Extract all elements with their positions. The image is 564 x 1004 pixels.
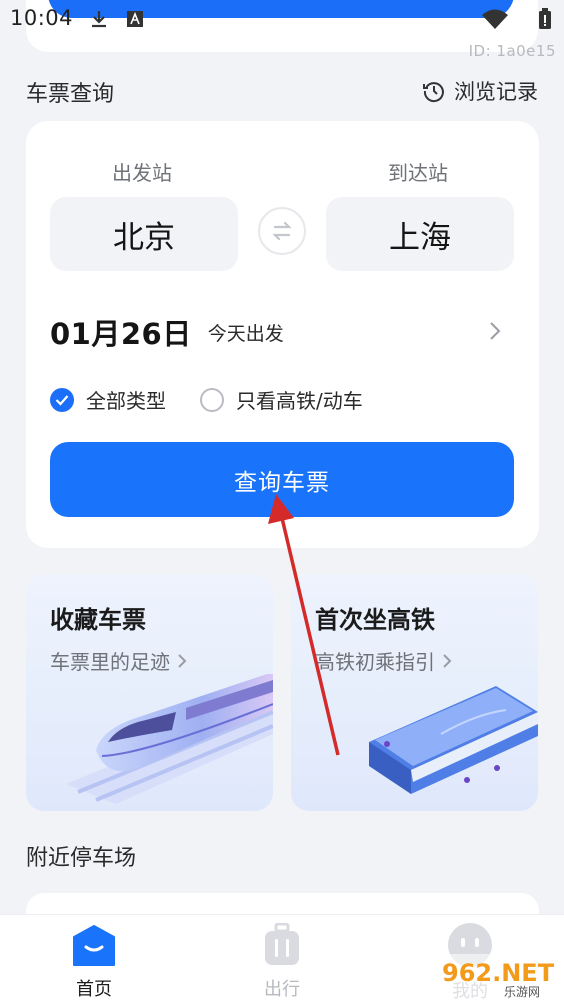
filter-all-types[interactable]: 全部类型 (50, 385, 166, 414)
date-selector[interactable]: 01月26日 今天出发 (50, 312, 506, 352)
high-speed-train-illustration (66, 674, 273, 804)
saved-tickets-subtitle-text: 车票里的足迹 (50, 650, 170, 674)
swap-icon (272, 221, 292, 241)
device-id: ID: 1a0e15 (468, 42, 556, 60)
from-label: 出发站 (112, 161, 172, 185)
date-description: 今天出发 (207, 322, 284, 345)
status-bar: 10:04 (0, 0, 564, 38)
to-station[interactable]: 上海 (326, 197, 514, 271)
saved-tickets-title: 收藏车票 (50, 606, 146, 634)
departure-date: 01月26日 (50, 317, 192, 351)
chevron-right-icon (443, 653, 452, 668)
status-time: 10:04 (10, 6, 74, 30)
wifi-icon (482, 9, 508, 29)
tab-trips-label: 出行 (264, 979, 300, 1000)
to-label: 到达站 (388, 161, 448, 185)
history-clock-icon (423, 82, 444, 103)
chevron-right-icon (490, 322, 501, 340)
tab-trips[interactable]: 出行 (222, 915, 342, 1004)
ticket-search-title: 车票查询 (26, 82, 115, 107)
download-icon (92, 11, 106, 28)
checked-icon (50, 387, 74, 412)
site-watermark-logo: 962.NET 乐游网 (438, 954, 556, 1000)
saved-tickets-card[interactable]: 收藏车票 车票里的足迹 (26, 574, 273, 811)
nearby-parking-title: 附近停车场 (26, 846, 137, 871)
annotation-arrow (268, 494, 340, 756)
saved-tickets-subtitle: 车票里的足迹 (50, 646, 188, 675)
unchecked-radio-icon (200, 387, 224, 412)
swap-stations-button[interactable] (258, 207, 306, 255)
tab-home-label: 首页 (76, 979, 112, 1000)
luggage-icon (265, 923, 299, 965)
home-icon (73, 925, 115, 966)
watermark-brand: 962.NET (442, 959, 555, 987)
chevron-right-icon (178, 653, 187, 668)
from-station[interactable]: 北京 (50, 197, 238, 271)
watermark-sub: 乐游网 (504, 985, 540, 999)
tab-home[interactable]: 首页 (34, 915, 154, 1004)
filter-high-speed-label: 只看高铁/动车 (236, 389, 363, 413)
filter-all-types-label: 全部类型 (86, 389, 166, 413)
filter-high-speed-only[interactable]: 只看高铁/动车 (200, 385, 363, 414)
history-label: 浏览记录 (454, 80, 538, 104)
history-button[interactable]: 浏览记录 (422, 76, 538, 106)
notification-icon (127, 11, 143, 27)
battery-icon (539, 8, 551, 29)
